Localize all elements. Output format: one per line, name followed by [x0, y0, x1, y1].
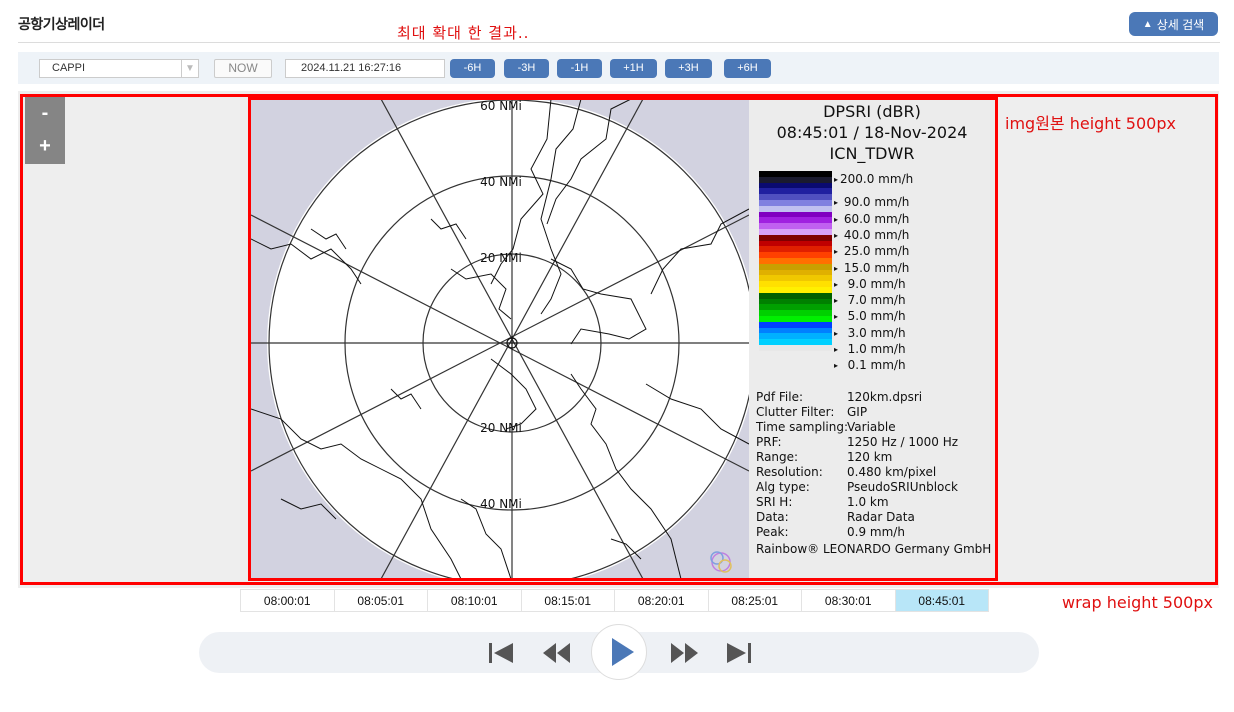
plus-3h-button[interactable]: +3H: [665, 59, 712, 78]
annotation-zoom-note: 최대 확대 한 결과..: [397, 24, 530, 42]
minus-3h-button[interactable]: -3H: [504, 59, 549, 78]
detail-search-button[interactable]: ▲ 상세 검색: [1129, 12, 1218, 36]
page-title: 공항기상레이더: [18, 16, 105, 32]
product-select[interactable]: CAPPI ▼: [39, 59, 199, 78]
minus-6h-button[interactable]: -6H: [450, 59, 495, 78]
time-item[interactable]: 08:20:01: [614, 589, 709, 612]
product-select-value: CAPPI: [52, 62, 86, 74]
chevron-down-icon[interactable]: ▼: [181, 60, 198, 77]
datetime-input[interactable]: 2024.11.21 16:27:16: [285, 59, 445, 78]
plus-1h-button[interactable]: +1H: [610, 59, 657, 78]
rewind-icon[interactable]: [542, 642, 572, 664]
fast-forward-icon[interactable]: [669, 642, 699, 664]
time-item[interactable]: 08:25:01: [707, 589, 802, 612]
now-button[interactable]: NOW: [214, 59, 272, 78]
play-icon: [612, 638, 634, 666]
header-divider: [18, 42, 1220, 43]
playback-bar: [199, 624, 1039, 680]
minus-1h-button[interactable]: -1H: [557, 59, 602, 78]
time-item[interactable]: 08:10:01: [427, 589, 522, 612]
last-frame-icon[interactable]: [723, 642, 753, 664]
annotation-wrap-height: wrap height 500px: [1062, 593, 1213, 612]
search-toolbar: CAPPI ▼ NOW 2024.11.21 16:27:16 -6H -3H …: [18, 52, 1219, 84]
time-item-active[interactable]: 08:45:01: [894, 589, 989, 612]
time-item[interactable]: 08:30:01: [801, 589, 896, 612]
time-item[interactable]: 08:00:01: [240, 589, 335, 612]
time-list: 08:00:01 08:05:01 08:10:01 08:15:01 08:2…: [240, 589, 989, 612]
time-item[interactable]: 08:15:01: [520, 589, 615, 612]
first-frame-icon[interactable]: [487, 642, 517, 664]
plus-6h-button[interactable]: +6H: [724, 59, 771, 78]
time-item[interactable]: 08:05:01: [333, 589, 428, 612]
detail-search-label: 상세 검색: [1156, 17, 1205, 32]
image-highlight-box: [248, 97, 998, 581]
play-button[interactable]: [591, 624, 647, 680]
triangle-up-icon: ▲: [1142, 18, 1153, 30]
annotation-img-height: img원본 height 500px: [1005, 114, 1176, 133]
